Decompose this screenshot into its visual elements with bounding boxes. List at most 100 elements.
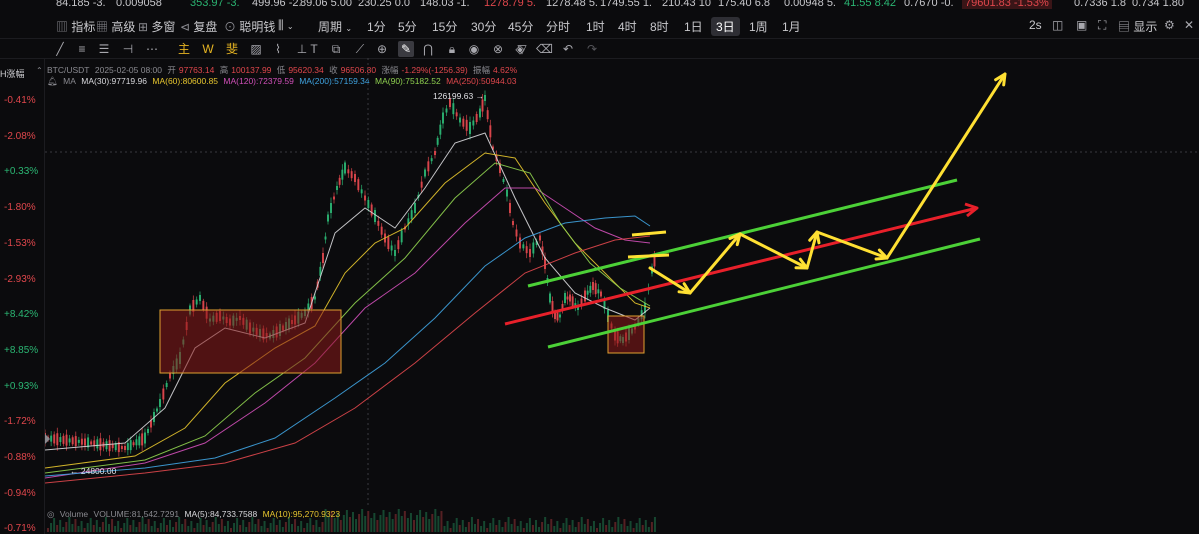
interval-1m[interactable]: 1分 xyxy=(367,18,386,35)
pen-icon[interactable]: ✎ xyxy=(398,41,414,57)
smart-money-icon: ⊙ xyxy=(224,20,237,34)
copy-icon[interactable]: ⧉ xyxy=(328,41,344,57)
candle-body xyxy=(124,446,126,450)
ticker-item[interactable]: 1749.55 1. xyxy=(600,0,652,9)
axis-change-label: -0.71% xyxy=(4,523,36,534)
rectangle-icon[interactable]: ▨ xyxy=(248,41,264,57)
ticker-item[interactable]: 353.97 -3. xyxy=(190,0,240,9)
volume-bar xyxy=(355,519,358,532)
volume-bar xyxy=(620,524,623,532)
volume-eye-icon[interactable]: ◎ xyxy=(47,509,54,519)
interval-30m[interactable]: 30分 xyxy=(471,18,496,35)
fib-tool-button[interactable]: 斐 xyxy=(224,41,240,57)
ticker-item[interactable]: 0.00948 5. xyxy=(784,0,836,9)
ticker-item[interactable]: 175.40 6.8 xyxy=(718,0,770,9)
brush-icon[interactable]: ⌇ xyxy=(270,41,286,57)
interval-15m[interactable]: 15分 xyxy=(432,18,457,35)
volume-bar xyxy=(254,524,257,532)
ticker-item[interactable]: 79601.83 -1.53% xyxy=(962,0,1052,9)
close-icon[interactable]: ✕ xyxy=(1184,18,1194,32)
ticker-item[interactable]: 89.06 5.00 xyxy=(300,0,352,9)
interval-5m[interactable]: 5分 xyxy=(398,18,417,35)
volume-bar xyxy=(135,527,138,532)
volume-bar xyxy=(403,511,406,532)
smart-money-button[interactable]: ⊙ 聪明钱 xyxy=(224,18,275,35)
interval-timeshare[interactable]: 分时 xyxy=(546,18,570,35)
ticker-item[interactable]: 230.25 0.0 xyxy=(358,0,410,9)
horizontal-lines-icon[interactable]: ☰ xyxy=(96,41,112,57)
interval-1h[interactable]: 1时 xyxy=(586,18,605,35)
period-dropdown[interactable]: 周期 ⌄ xyxy=(318,18,352,35)
ticker-item[interactable]: 0.7336 1.8 xyxy=(1074,0,1126,9)
interval-3d[interactable]: 3日 xyxy=(711,17,740,36)
ticker-item[interactable]: 0.734 1.80 xyxy=(1132,0,1184,9)
volume-bar xyxy=(382,510,385,532)
ma250-line xyxy=(45,235,651,484)
ticker-item[interactable]: 0.7670 -0. xyxy=(904,0,954,9)
advanced-button[interactable]: ▦ 高级 xyxy=(96,18,135,35)
volume-bar xyxy=(449,528,452,532)
fullscreen-icon[interactable]: ⛶ xyxy=(1098,18,1106,33)
candle-body xyxy=(394,250,396,256)
ticker-item[interactable]: 499.96 -2. xyxy=(252,0,302,9)
volume-bar xyxy=(495,525,498,532)
trendline-icon[interactable]: ╱ xyxy=(52,41,68,57)
camera-icon[interactable]: ◫ xyxy=(1052,18,1063,32)
candle-body xyxy=(336,186,338,190)
ticker-item[interactable]: 0.009058 xyxy=(116,0,162,9)
interval-1w[interactable]: 1周 xyxy=(749,18,768,35)
volume-bar xyxy=(571,520,574,532)
candle-body xyxy=(374,210,376,222)
undo-icon[interactable]: ↶ xyxy=(560,41,576,57)
volume-bar xyxy=(352,512,354,532)
volume-bar xyxy=(458,525,461,532)
magnet-icon[interactable]: ⋂ xyxy=(420,41,436,57)
redo-icon[interactable]: ↷ xyxy=(584,41,600,57)
delete-icon[interactable]: ⌫ xyxy=(536,41,553,57)
parallel-lines-icon[interactable]: ≡ xyxy=(74,41,90,57)
ticker-item[interactable]: 148.03 -1. xyxy=(420,0,470,9)
eye-icon[interactable]: ◉ xyxy=(466,41,482,57)
settings-icon[interactable]: ⚙ xyxy=(1164,18,1175,32)
candle-body xyxy=(424,169,426,177)
volume-bar xyxy=(641,525,644,532)
interval-45m[interactable]: 45分 xyxy=(508,18,533,35)
multi-window-button[interactable]: ⊞ 多窗 xyxy=(138,18,175,35)
more-tools-icon[interactable]: ⋯ xyxy=(144,41,160,57)
interval-8h[interactable]: 8时 xyxy=(650,18,669,35)
wave-tool-button[interactable]: W xyxy=(200,41,216,57)
main-tool-button[interactable]: 主 xyxy=(176,41,192,57)
price-chart[interactable] xyxy=(45,58,1199,534)
candle-body xyxy=(357,179,360,191)
candle-body xyxy=(436,137,439,145)
volume-bar xyxy=(62,527,65,532)
text-icon[interactable]: T xyxy=(306,41,322,57)
volume-bar xyxy=(391,519,394,532)
filter-icon[interactable]: ▽ xyxy=(514,41,530,57)
chevron-icon[interactable]: ⌃ xyxy=(36,66,43,75)
ticker-item[interactable]: 84.185 -3. xyxy=(56,0,106,9)
volume-bar xyxy=(169,520,171,532)
ticker-item[interactable]: 210.43 10 xyxy=(662,0,711,9)
interval-4h[interactable]: 4时 xyxy=(618,18,637,35)
volume-bar xyxy=(196,523,199,532)
ticker-item[interactable]: 1278.48 5. xyxy=(546,0,598,9)
lock-icon[interactable]: 🔒︎ xyxy=(444,41,460,57)
ticker-item[interactable]: 41.55 8.42 xyxy=(844,0,896,9)
volume-bar xyxy=(233,523,236,532)
ticker-item[interactable]: 1278.79 5. xyxy=(484,0,536,9)
interval-1d[interactable]: 1日 xyxy=(684,18,703,35)
image-icon[interactable]: ▣ xyxy=(1076,18,1087,32)
interval-1mo[interactable]: 1月 xyxy=(782,18,801,35)
horizontal-ray-icon[interactable]: ⊣ xyxy=(120,41,136,57)
ruler-icon[interactable]: ⟋ xyxy=(352,41,368,57)
link-icon[interactable]: ⊗ xyxy=(490,41,506,57)
indicators-button[interactable]: ▥ 指标 xyxy=(56,18,95,35)
display-button[interactable]: ▤ 显示 xyxy=(1118,18,1157,35)
candle-body xyxy=(592,282,594,290)
chart-type-button[interactable]: ⫼ ⌄ xyxy=(278,18,294,33)
zoom-icon[interactable]: ⊕ xyxy=(374,41,390,57)
candle-body xyxy=(434,151,436,155)
review-button[interactable]: ⊲ 复盘 xyxy=(180,18,217,35)
refresh-rate[interactable]: 2s xyxy=(1029,18,1042,32)
